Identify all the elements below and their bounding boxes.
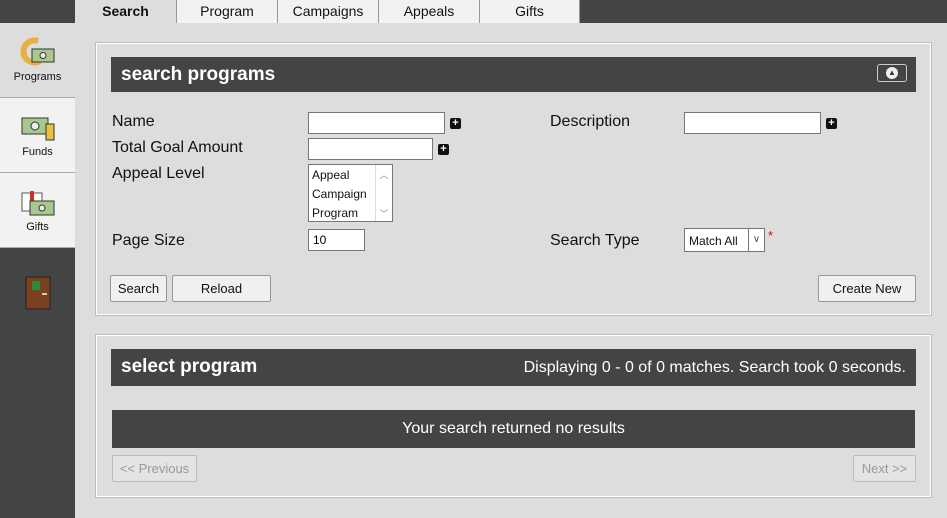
plus-icon[interactable]: + <box>450 118 461 129</box>
required-marker: * <box>768 228 774 243</box>
programs-icon <box>20 37 54 66</box>
create-new-button[interactable]: Create New <box>818 275 916 302</box>
tab-gifts[interactable]: Gifts <box>480 0 580 23</box>
collapse-button[interactable]: ▲ <box>877 64 907 82</box>
search-type-select[interactable]: Match All ∨ <box>684 228 765 252</box>
appeal-level-listbox[interactable]: Appeal Campaign Program ︿ ﹀ <box>308 164 393 222</box>
search-panel-header: search programs ▲ <box>111 57 916 92</box>
search-panel: search programs ▲ Name Total Goal Amount… <box>95 42 932 316</box>
results-panel-header: select program Displaying 0 - 0 of 0 mat… <box>111 349 916 386</box>
name-label: Name <box>112 113 155 130</box>
list-option[interactable]: Campaign <box>312 185 367 204</box>
description-label: Description <box>550 113 631 130</box>
tab-appeals[interactable]: Appeals <box>379 0 480 23</box>
plus-icon[interactable]: + <box>826 118 837 129</box>
sidebar-item-programs[interactable]: Programs <box>0 23 75 98</box>
search-type-label: Search Type <box>550 232 640 249</box>
tab-search[interactable]: Search <box>75 0 177 23</box>
page-size-input[interactable] <box>308 229 365 251</box>
list-option[interactable]: Appeal <box>312 166 367 185</box>
listbox-scrollbar[interactable]: ︿ ﹀ <box>375 165 392 221</box>
sidebar: Programs Funds Gifts <box>0 23 75 518</box>
page-size-label: Page Size <box>112 232 185 249</box>
no-results-message: Your search returned no results <box>112 410 915 448</box>
sidebar-item-label: Programs <box>13 71 62 83</box>
sidebar-item-label: Gifts <box>26 221 49 233</box>
search-type-value: Match All <box>689 234 738 248</box>
previous-button[interactable]: << Previous <box>112 455 197 482</box>
sidebar-item-funds[interactable]: Funds <box>0 98 75 173</box>
plus-icon[interactable]: + <box>438 144 449 155</box>
exit-door-icon[interactable] <box>25 276 51 310</box>
total-goal-label: Total Goal Amount <box>112 139 243 156</box>
results-panel: select program Displaying 0 - 0 of 0 mat… <box>95 334 932 498</box>
sidebar-item-gifts[interactable]: Gifts <box>0 173 75 248</box>
appeal-level-label: Appeal Level <box>112 165 205 182</box>
total-goal-input[interactable] <box>308 138 433 160</box>
description-input[interactable] <box>684 112 821 134</box>
collapse-up-icon: ▲ <box>886 67 898 79</box>
next-button[interactable]: Next >> <box>853 455 916 482</box>
panel-title: select program <box>121 356 258 377</box>
top-tab-bar: Search Program Campaigns Appeals Gifts <box>0 0 947 23</box>
sidebar-item-label: Funds <box>22 146 53 158</box>
funds-icon <box>21 117 54 141</box>
search-button[interactable]: Search <box>110 275 167 302</box>
tab-campaigns[interactable]: Campaigns <box>278 0 379 23</box>
gifts-icon <box>21 191 54 216</box>
reload-button[interactable]: Reload <box>172 275 271 302</box>
panel-title: search programs <box>121 64 276 85</box>
list-option[interactable]: Program <box>312 204 367 223</box>
name-input[interactable] <box>308 112 445 134</box>
results-status: Displaying 0 - 0 of 0 matches. Search to… <box>523 359 906 376</box>
chevron-down-icon: ∨ <box>748 229 764 251</box>
tab-program[interactable]: Program <box>177 0 278 23</box>
